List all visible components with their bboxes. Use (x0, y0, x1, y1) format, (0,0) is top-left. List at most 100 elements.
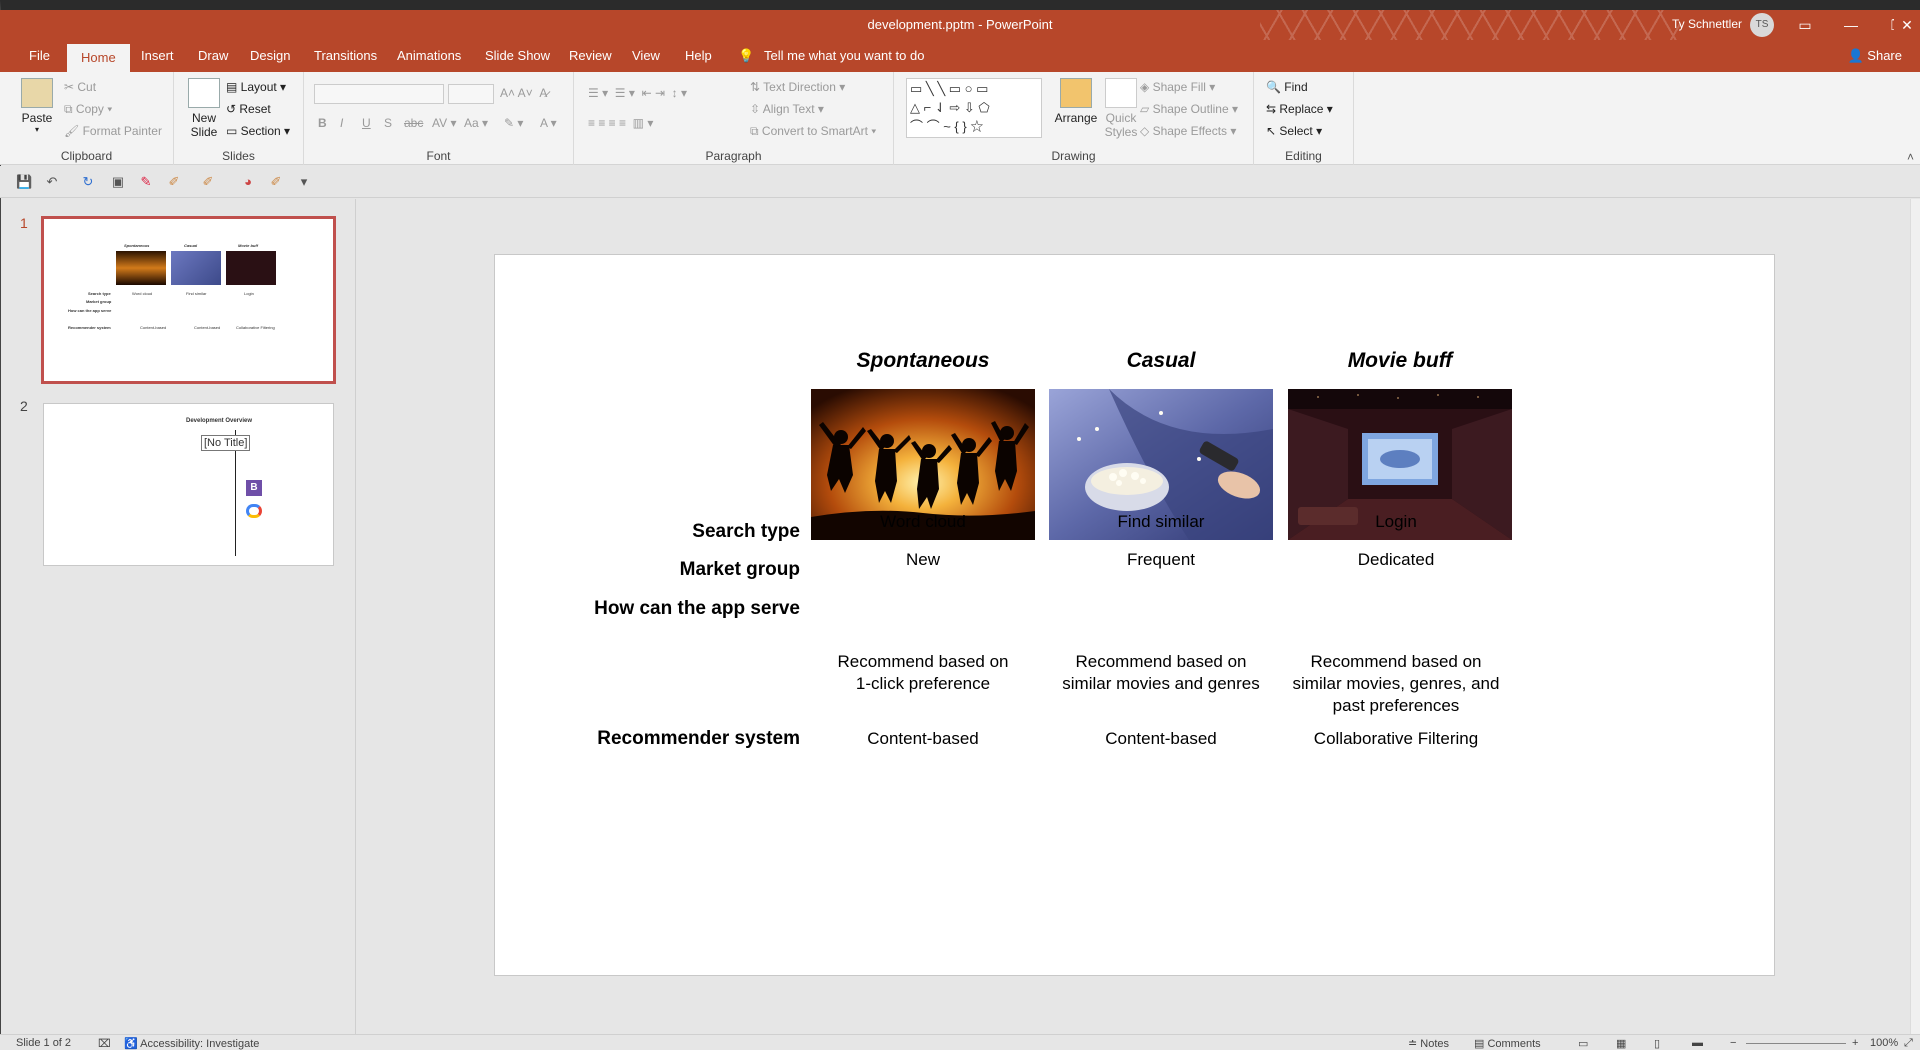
tab-insert[interactable]: Insert (141, 48, 174, 63)
format-painter-button[interactable]: 🖌 Format Painter (64, 124, 162, 138)
pen-icon[interactable]: ✎ (138, 174, 154, 190)
shadow-icon[interactable]: S (384, 116, 392, 130)
mini-row-2: Market group (86, 299, 112, 304)
arrange-button[interactable]: Arrange (1052, 78, 1100, 125)
highlighter-icon[interactable]: ✐ (166, 174, 182, 190)
cut-button[interactable]: ✂ Cut (64, 80, 96, 94)
shape-fill-label: Shape Fill (1152, 80, 1206, 94)
redo-icon[interactable]: ↻ (80, 174, 96, 190)
avatar[interactable]: TS (1750, 13, 1774, 37)
tab-transitions[interactable]: Transitions (314, 48, 377, 63)
column-header-spontaneous: Spontaneous (856, 349, 990, 372)
close-icon[interactable]: ✕ (1894, 10, 1920, 40)
italic-icon[interactable]: I (340, 116, 343, 130)
normal-view-icon[interactable]: ▭ (1578, 1037, 1588, 1050)
mini-col-1: Spontaneous (124, 243, 150, 248)
tab-view[interactable]: View (632, 48, 660, 63)
replace-button[interactable]: ⇆ Replace ▾ (1266, 102, 1333, 116)
layout-button[interactable]: ▤ Layout ▾ (226, 80, 286, 94)
section-button[interactable]: ▭ Section ▾ (226, 124, 290, 138)
zoom-out-icon[interactable]: − (1730, 1037, 1736, 1049)
slide-thumbnail-2[interactable]: Development Overview B (43, 403, 334, 566)
undo-icon[interactable]: ↶ (44, 174, 60, 190)
slide-thumbnail-1[interactable]: Spontaneous Casual Movie buff Search typ… (41, 216, 336, 384)
select-button[interactable]: ↖ Select ▾ (1266, 124, 1322, 138)
minimize-icon[interactable]: — (1828, 10, 1874, 40)
paste-button[interactable]: Paste ▾ (18, 78, 56, 134)
comments-button[interactable]: ▤ Comments (1474, 1037, 1541, 1050)
slideshow-view-icon[interactable]: ▬ (1692, 1037, 1703, 1049)
align-text-button[interactable]: ⇳ Align Text ▾ (750, 102, 824, 116)
zoom-in-icon[interactable]: + (1852, 1037, 1858, 1049)
tell-me-search[interactable]: Tell me what you want to do (764, 48, 924, 63)
font-size-box[interactable] (448, 84, 494, 104)
tab-slide-show[interactable]: Slide Show (485, 48, 550, 63)
slides-group: New Slide ▤ Layout ▾ ↺ Reset ▭ Section ▾… (174, 72, 304, 165)
shape-outline-button[interactable]: ▱ Shape Outline ▾ (1140, 102, 1238, 116)
font-name-box[interactable] (314, 84, 444, 104)
marker-icon[interactable]: ✐ (268, 174, 284, 190)
reset-button[interactable]: ↺ Reset (226, 102, 271, 116)
user-name[interactable]: Ty Schnettler (1672, 17, 1742, 31)
reading-view-icon[interactable]: ▯ (1654, 1037, 1660, 1050)
notes-button[interactable]: ≐ Notes (1408, 1037, 1449, 1050)
notes-view-icon[interactable]: ⌧ (98, 1037, 111, 1050)
mini-cell-0-2: Login (244, 291, 254, 296)
save-icon[interactable]: 💾 (16, 174, 32, 190)
shape-fill-button[interactable]: ◈ Shape Fill ▾ (1140, 80, 1215, 94)
font-size-icons[interactable]: A˄ A˅ A̷ (500, 86, 547, 100)
select-label: Select (1279, 124, 1313, 138)
vertical-scrollbar[interactable] (1910, 199, 1920, 1034)
spacing-icon[interactable]: AV ▾ (432, 116, 456, 130)
color-wheel-icon[interactable]: ◕ (240, 174, 256, 190)
tab-review[interactable]: Review (569, 48, 612, 63)
current-slide[interactable]: Spontaneous Casual Movie buff Search typ… (494, 254, 1775, 976)
mini-row-4: Recommender system (68, 325, 111, 330)
share-button[interactable]: 👤 Share (1847, 48, 1902, 64)
collapse-ribbon-icon[interactable]: ˄ (1907, 150, 1914, 164)
mini-cell-3-0: Content-based (140, 325, 167, 330)
slide-counter: Slide 1 of 2 (16, 1037, 72, 1049)
accessibility-status[interactable]: ♿ Accessibility: Investigate (124, 1037, 259, 1050)
tab-design[interactable]: Design (250, 48, 290, 63)
find-button[interactable]: 🔍 Find (1266, 80, 1308, 94)
tab-file[interactable]: File (29, 48, 50, 63)
ribbon-display-options-icon[interactable]: ▭ (1782, 10, 1828, 40)
tab-help[interactable]: Help (685, 48, 712, 63)
quick-access-toolbar: 💾 ↶ ↻ ▣ ✎ ✐ ✐ ◕ ✐ ▾ (0, 166, 1920, 198)
highlight-icon[interactable]: ✎ ▾ (504, 116, 523, 130)
strikethrough-icon[interactable]: abc (404, 116, 423, 130)
reset-label: Reset (239, 102, 271, 116)
copy-button[interactable]: ⧉ Copy ▾ (64, 102, 112, 117)
font-color-icon[interactable]: A ▾ (540, 116, 557, 130)
text-direction-button[interactable]: ⇅ Text Direction ▾ (750, 80, 845, 94)
convert-smartart-button[interactable]: ⧉ Convert to SmartArt ▾ (750, 124, 876, 139)
slide-sorter-icon[interactable]: ▦ (1616, 1037, 1626, 1050)
clipboard-group-label: Clipboard (60, 149, 113, 163)
quick-styles-button[interactable]: Quick Styles (1098, 78, 1144, 139)
convert-smartart-label: Convert to SmartArt (761, 124, 868, 138)
align-icons[interactable]: ≡ ≡ ≡ ≡ ▥ ▾ (588, 116, 653, 130)
bullets-icon[interactable]: ☰ ▾ ☰ ▾ ⇤ ⇥ ↕ ▾ (588, 86, 687, 100)
tab-draw[interactable]: Draw (198, 48, 228, 63)
ribbon: Paste ▾ ✂ Cut ⧉ Copy ▾ 🖌 Format Painter C… (0, 72, 1920, 165)
shapes-gallery[interactable]: ▭ ╲ ╲ ▭ ○ ▭ △ ⌐ ⇃ ⇨ ⇩ ⬠ ⌒ ⌒ ~ { } ☆ (906, 78, 1042, 138)
present-icon[interactable]: ▣ (110, 174, 126, 190)
cell-recommender-movie-buff: Collaborative Filtering (1313, 729, 1479, 748)
tab-animations[interactable]: Animations (397, 48, 461, 63)
mini-cell-3-1: Content-based (194, 325, 221, 330)
title-bar: development.pptm - PowerPoint Ty Schnett… (0, 10, 1920, 70)
fit-slide-icon[interactable]: ⤢ (1904, 1037, 1913, 1050)
zoom-level[interactable]: 100% (1870, 1037, 1898, 1049)
tab-home[interactable]: Home (67, 44, 130, 72)
paste-label: Paste (21, 111, 53, 125)
notes-label: Notes (1420, 1038, 1450, 1050)
zoom-slider[interactable] (1746, 1043, 1846, 1044)
customize-toolbar-icon[interactable]: ▾ (296, 174, 312, 190)
shape-effects-button[interactable]: ◇ Shape Effects ▾ (1140, 124, 1236, 138)
new-slide-button[interactable]: New Slide (182, 78, 226, 139)
underline-icon[interactable]: U (362, 116, 371, 130)
bold-icon[interactable]: B (318, 116, 327, 130)
pencil-icon[interactable]: ✐ (200, 174, 216, 190)
change-case-icon[interactable]: Aa ▾ (464, 116, 488, 130)
